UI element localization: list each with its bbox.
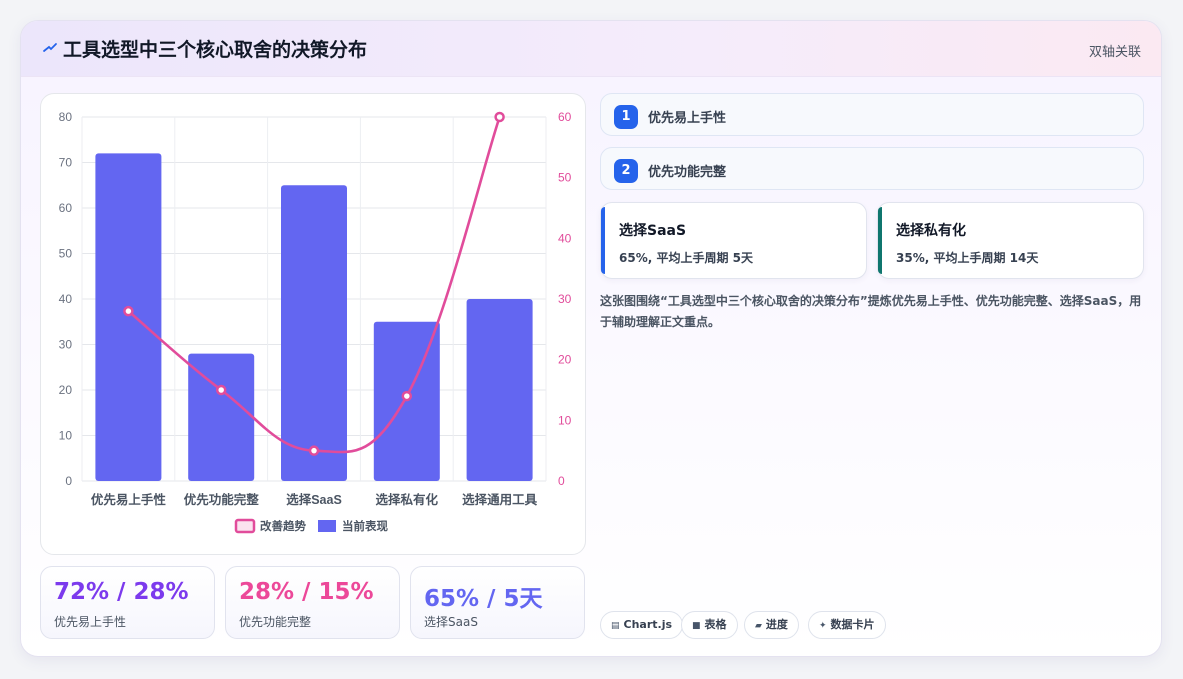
- trend-point-0: [123, 305, 134, 317]
- stat-card-ease: 72% / 28% 优先易上手性: [40, 566, 215, 639]
- x-tick-label: 选择SaaS: [286, 492, 342, 507]
- progress-icon: ▰: [755, 621, 762, 631]
- step-item-1: 1 优先易上手性: [600, 93, 1144, 136]
- summary-text: 这张图围绕“工具选型中三个核心取舍的决策分布”提炼优先易上手性、优先功能完整、选…: [600, 294, 1142, 329]
- x-tick-label: 选择私有化: [376, 492, 439, 507]
- step-number-badge: 1: [614, 105, 638, 129]
- y-right-tick-label: 50: [558, 171, 572, 185]
- bar-0: [95, 153, 162, 481]
- x-tick-label: 优先功能完整: [184, 492, 260, 507]
- bar-4: [466, 299, 533, 481]
- accent-bar: [878, 207, 882, 274]
- spark-icon: [43, 43, 57, 52]
- y-right-tick-label: 60: [558, 110, 572, 124]
- legend-label: 改善趋势: [260, 519, 306, 533]
- tag-chartjs[interactable]: ▤ Chart.js: [600, 611, 684, 639]
- chart-icon: ▤: [611, 621, 620, 631]
- stat-value: 72% / 28%: [54, 579, 189, 605]
- y-right-tick-label: 10: [558, 413, 572, 427]
- stat-label: 优先功能完整: [239, 615, 312, 629]
- trend-point-2: [308, 445, 320, 456]
- y-left-tick-label: 50: [59, 247, 73, 261]
- step-item-2: 2 优先功能完整: [600, 147, 1144, 190]
- combo-chart: 0 10 20 30 40 50 60 70 80 0 10 20 30 40 50 60 优先易上手性 优先功能…: [59, 110, 572, 534]
- y-left-tick-label: 10: [59, 429, 73, 443]
- legend-label: 当前表现: [342, 519, 388, 533]
- option-name: 选择SaaS: [619, 223, 687, 239]
- trend-point-3: [401, 390, 413, 402]
- card-icon: ✦: [819, 621, 827, 631]
- stat-card-features: 28% / 15% 优先功能完整: [225, 566, 400, 639]
- y-left-tick-label: 60: [59, 201, 73, 215]
- table-icon: ■: [692, 621, 701, 631]
- y-right-tick-label: 40: [558, 231, 572, 245]
- y-left-tick-label: 70: [59, 156, 73, 170]
- stat-card-saas: 65% / 5天 选择SaaS: [410, 566, 585, 639]
- option-name: 选择私有化: [896, 223, 966, 239]
- accent-bar: [601, 207, 605, 274]
- y-right-tick-label: 0: [558, 474, 565, 488]
- page-title: 工具选型中三个核心取舍的决策分布: [63, 39, 368, 61]
- step-number-badge: 2: [614, 159, 638, 183]
- tag-label: 表格: [704, 618, 727, 631]
- stat-label: 优先易上手性: [54, 615, 127, 629]
- bar-2: [281, 185, 347, 481]
- legend-swatch-bar: [318, 520, 336, 532]
- y-left-tick-label: 80: [59, 110, 73, 124]
- tag-label: Chart.js: [623, 618, 673, 631]
- trend-point-1: [215, 384, 227, 396]
- tag-label: 数据卡片: [830, 618, 875, 631]
- tag-data-card[interactable]: ✦ 数据卡片: [808, 611, 886, 639]
- y-right-tick-label: 30: [558, 292, 572, 306]
- main-card: 工具选型中三个核心取舍的决策分布 双轴关联 0 10 20 30 40 50 60 70 80 0…: [20, 20, 1162, 657]
- y-right-tick-label: 20: [558, 353, 572, 367]
- trend-point-4: [494, 111, 505, 123]
- option-desc: 35%, 平均上手周期 14天: [896, 251, 1039, 265]
- tag-progress[interactable]: ▰ 进度: [744, 611, 799, 639]
- stat-value: 28% / 15%: [239, 579, 374, 605]
- x-tick-label: 选择通用工具: [462, 492, 538, 507]
- y-left-tick-label: 30: [59, 338, 73, 352]
- y-left-tick-label: 0: [65, 474, 72, 488]
- stat-label: 选择SaaS: [424, 615, 478, 629]
- tag-label: 进度: [765, 618, 788, 631]
- step-label: 优先功能完整: [648, 165, 727, 180]
- option-card-saas: 选择SaaS 65%, 平均上手周期 5天: [600, 202, 867, 279]
- stat-value: 65% / 5天: [424, 586, 543, 612]
- x-tick-label: 优先易上手性: [91, 492, 167, 507]
- option-desc: 65%, 平均上手周期 5天: [619, 251, 753, 265]
- y-left-tick-label: 40: [59, 292, 73, 306]
- y-left-tick-label: 20: [59, 383, 73, 397]
- step-label: 优先易上手性: [648, 111, 727, 126]
- card-header: 工具选型中三个核心取舍的决策分布 双轴关联: [21, 21, 1161, 77]
- option-card-private: 选择私有化 35%, 平均上手周期 14天: [877, 202, 1144, 279]
- dual-axis-label: 双轴关联: [1088, 45, 1141, 60]
- chart-panel: 0 10 20 30 40 50 60 70 80 0 10 20 30 40 50 60 优先易上手性 优先功能…: [40, 93, 586, 555]
- legend-swatch-line: [234, 518, 256, 534]
- tag-table[interactable]: ■ 表格: [681, 611, 738, 639]
